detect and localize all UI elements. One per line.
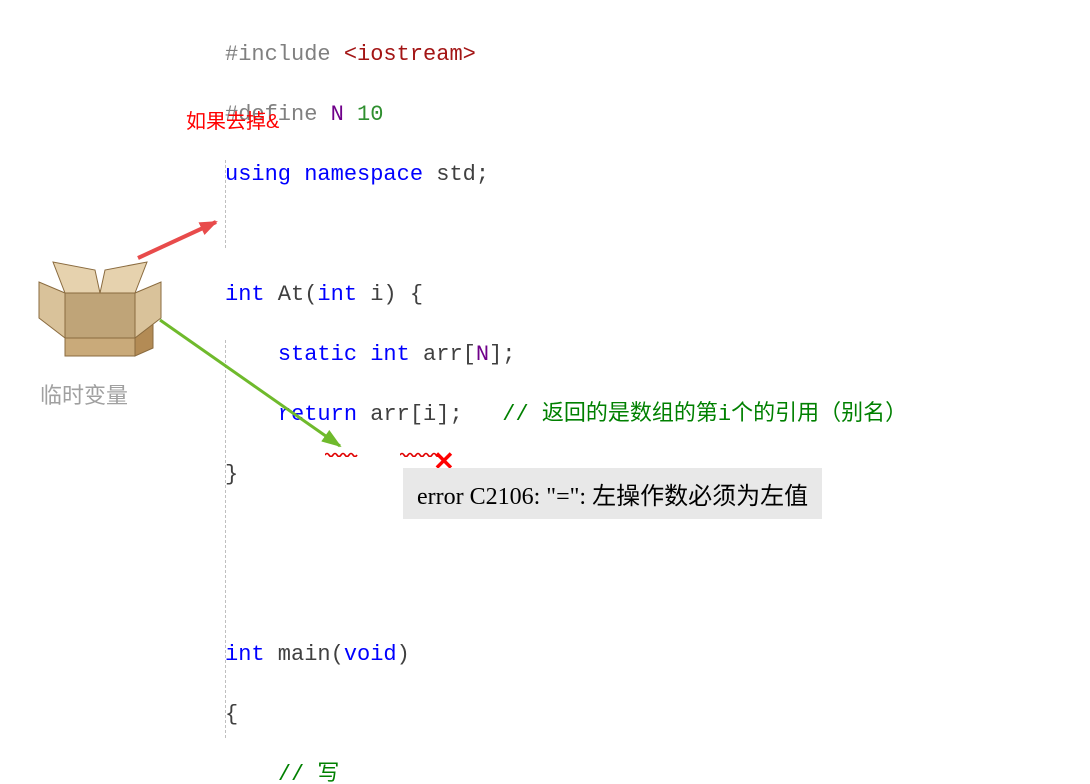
error-squiggle bbox=[325, 452, 359, 457]
compiler-error-box: error C2106: "=": 左操作数必须为左值 bbox=[403, 468, 822, 519]
green-arrow bbox=[0, 0, 1090, 784]
